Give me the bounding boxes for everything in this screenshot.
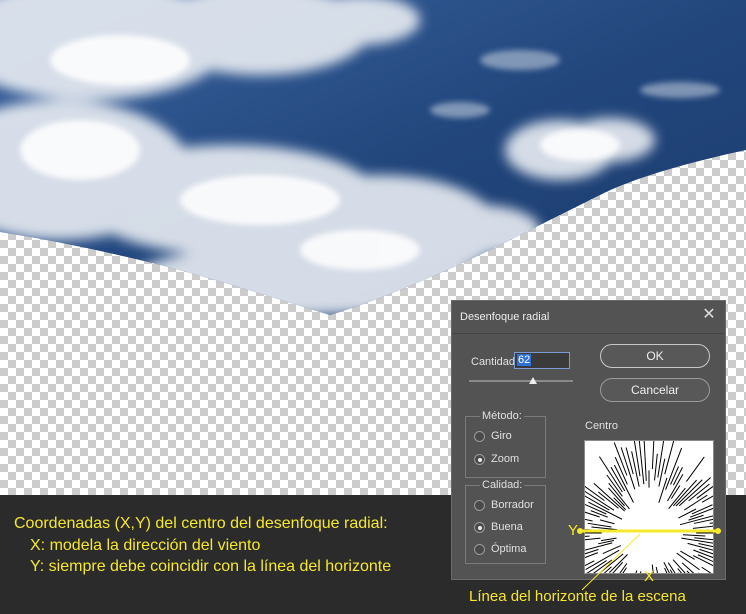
annotation-overlay (577, 528, 721, 591)
horizon-line-start (577, 528, 583, 534)
caption-pointer (581, 533, 641, 591)
horizon-line-end (715, 528, 721, 534)
